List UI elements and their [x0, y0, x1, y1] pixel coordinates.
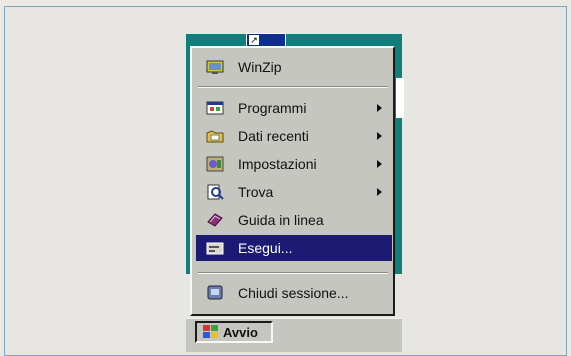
find-icon: [204, 182, 226, 202]
menu-item-label: Dati recenti: [238, 128, 309, 144]
window-edge: [396, 78, 404, 118]
menu-item-trova[interactable]: Trova: [196, 179, 392, 205]
submenu-arrow-icon: [377, 160, 382, 168]
menu-item-label: Chiudi sessione...: [238, 285, 349, 301]
logoff-icon: [204, 283, 226, 303]
submenu-arrow-icon: [377, 132, 382, 140]
run-icon: [204, 238, 226, 258]
submenu-arrow-icon: [377, 104, 382, 112]
menu-item-label: Esegui...: [238, 240, 293, 256]
programs-icon: [204, 98, 226, 118]
menu-item-esegui[interactable]: Esegui...: [196, 235, 392, 261]
menu-item-label: Impostazioni: [238, 156, 317, 172]
help-icon: [204, 210, 226, 230]
menu-item-guida[interactable]: Guida in linea: [196, 207, 392, 233]
start-button-label: Avvio: [223, 324, 258, 340]
menu-item-label: Trova: [238, 184, 274, 200]
menu-item-chiudi-sessione[interactable]: Chiudi sessione...: [196, 280, 392, 306]
shortcut-arrow-icon: ↗: [249, 35, 259, 45]
menu-item-dati-recenti[interactable]: Dati recenti: [196, 123, 392, 149]
menu-separator: [198, 272, 388, 274]
menu-separator: [198, 86, 388, 88]
winzip-icon: [204, 57, 226, 77]
submenu-arrow-icon: [377, 188, 382, 196]
settings-icon: [204, 154, 226, 174]
windows-logo-icon: [203, 325, 219, 339]
menu-item-impostazioni[interactable]: Impostazioni: [196, 151, 392, 177]
menu-item-label: Guida in linea: [238, 212, 324, 228]
menu-item-winzip[interactable]: WinZip: [196, 54, 392, 80]
menu-item-label: Programmi: [238, 100, 307, 116]
start-button[interactable]: Avvio: [195, 321, 273, 343]
menu-item-programmi[interactable]: Programmi: [196, 95, 392, 121]
documents-icon: [204, 126, 226, 146]
start-menu: WinZip Programmi Dati recenti Impostazio…: [190, 46, 395, 316]
menu-item-label: WinZip: [238, 59, 282, 75]
